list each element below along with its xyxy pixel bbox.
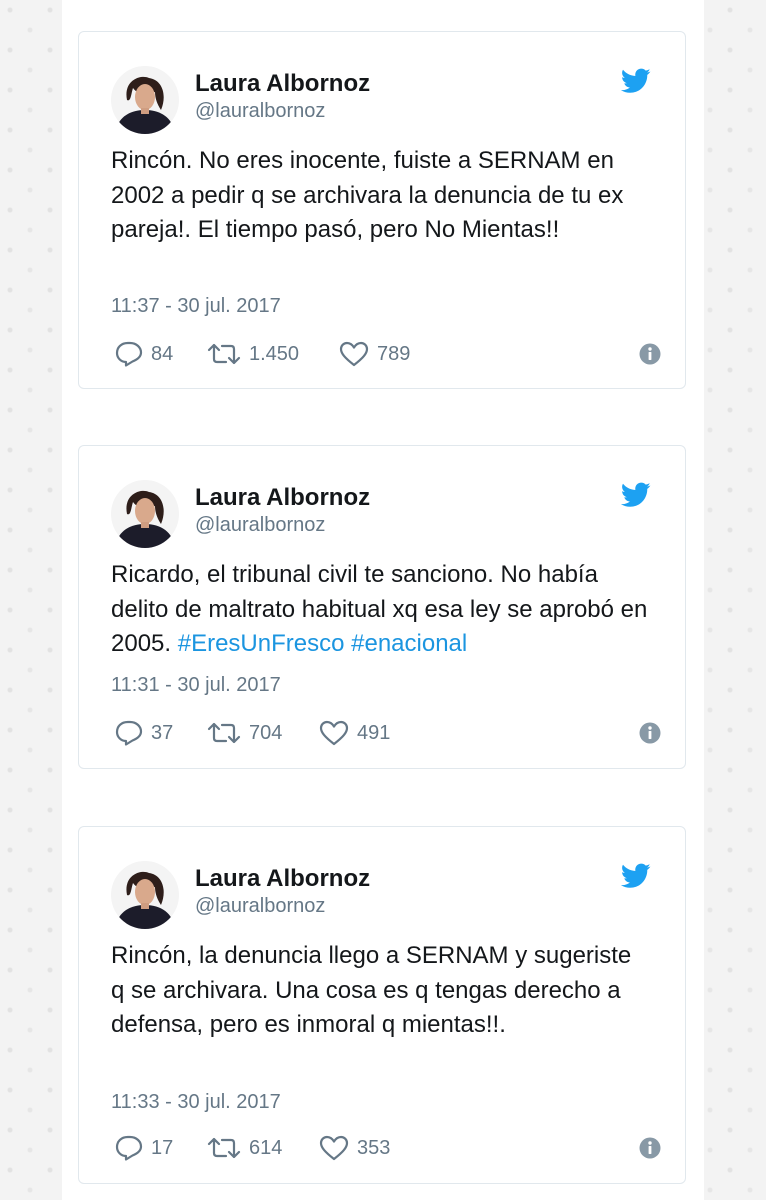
reply-count: 17 [151,1136,174,1159]
avatar[interactable] [111,480,179,548]
reply-button[interactable]: 84 [115,339,173,369]
like-button[interactable]: 789 [339,339,410,369]
retweet-icon [207,1137,241,1159]
reply-icon [115,720,143,746]
author-name[interactable]: Laura Albornoz [195,70,370,98]
heart-icon [319,720,349,746]
tweet-actions: 84 1.450 789 [111,339,661,369]
retweet-icon [207,722,241,744]
tweet-timestamp[interactable]: 11:31 - 30 jul. 2017 [111,674,281,697]
twitter-bird-icon[interactable] [621,863,651,889]
info-icon[interactable] [639,343,661,365]
reply-icon [115,1135,143,1161]
avatar[interactable] [111,861,179,929]
twitter-bird-icon[interactable] [621,68,651,94]
author-handle[interactable]: @lauralbornoz [195,514,325,537]
tweet-card[interactable]: Laura Albornoz @lauralbornoz Ricardo, el… [78,445,686,769]
tweet-actions: 37 704 491 [111,718,661,748]
tweet-card[interactable]: Laura Albornoz @lauralbornoz Rincón. No … [78,31,686,389]
tweet-timestamp[interactable]: 11:37 - 30 jul. 2017 [111,295,281,318]
reply-count: 84 [151,342,174,365]
reply-button[interactable]: 37 [115,718,173,748]
tweet-actions: 17 614 353 [111,1133,661,1163]
author-name[interactable]: Laura Albornoz [195,865,370,893]
retweet-button[interactable]: 614 [207,1133,282,1163]
tweet-text-body: Rincón, la denuncia llego a SERNAM y sug… [111,942,632,1038]
tweet-timestamp[interactable]: 11:33 - 30 jul. 2017 [111,1091,281,1114]
retweet-count: 704 [249,721,283,744]
heart-icon [339,341,369,367]
author-handle[interactable]: @lauralbornoz [195,895,325,918]
like-button[interactable]: 353 [319,1133,390,1163]
reply-button[interactable]: 17 [115,1133,173,1163]
retweet-count: 614 [249,1136,283,1159]
reply-icon [115,341,143,367]
info-icon[interactable] [639,1137,661,1159]
hashtag-link[interactable]: #EresUnFresco [178,630,345,657]
like-count: 789 [377,342,411,365]
info-icon[interactable] [639,722,661,744]
heart-icon [319,1135,349,1161]
author-handle[interactable]: @lauralbornoz [195,100,325,123]
twitter-bird-icon[interactable] [621,482,651,508]
retweet-button[interactable]: 704 [207,718,282,748]
reply-count: 37 [151,721,174,744]
tweet-text: Rincón. No eres inocente, fuiste a SERNA… [111,144,651,248]
tweet-text: Rincón, la denuncia llego a SERNAM y sug… [111,939,651,1043]
hashtag-link[interactable]: #enacional [351,630,467,657]
tweet-text-body: Rincón. No eres inocente, fuiste a SERNA… [111,147,624,243]
tweet-text: Ricardo, el tribunal civil te sanciono. … [111,558,651,662]
retweet-button[interactable]: 1.450 [207,339,299,369]
retweet-icon [207,343,241,365]
like-count: 353 [357,1136,391,1159]
avatar[interactable] [111,66,179,134]
like-count: 491 [357,721,391,744]
retweet-count: 1.450 [249,342,300,365]
tweet-card[interactable]: Laura Albornoz @lauralbornoz Rincón, la … [78,826,686,1184]
author-name[interactable]: Laura Albornoz [195,484,370,512]
like-button[interactable]: 491 [319,718,390,748]
